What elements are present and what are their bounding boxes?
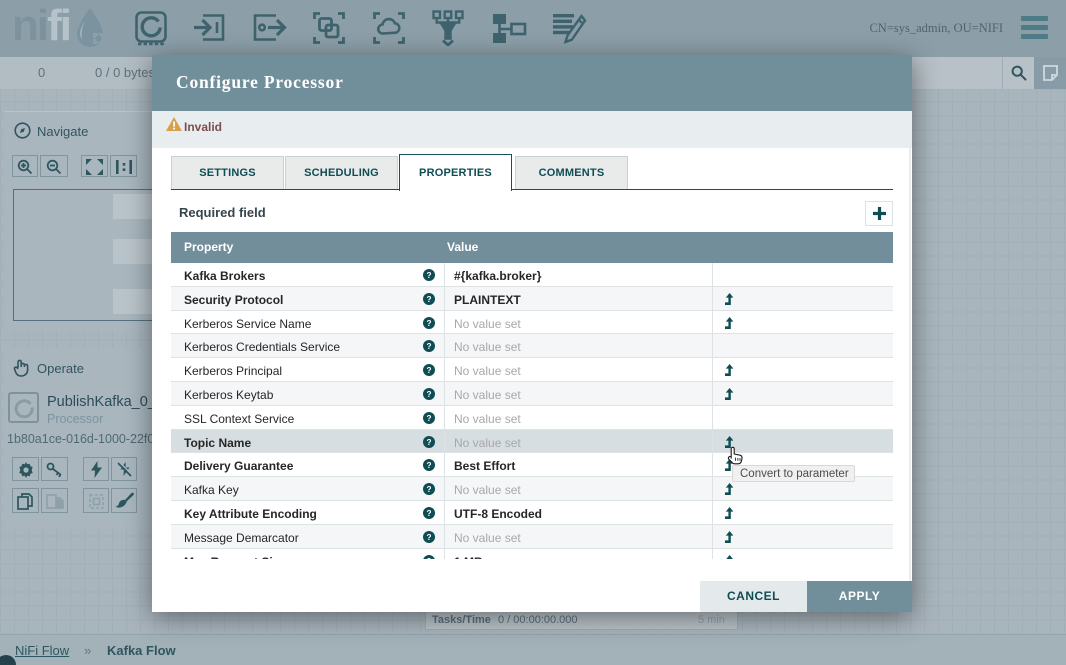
svg-text:?: ?	[426, 366, 431, 375]
svg-text:?: ?	[426, 319, 431, 328]
svg-text:?: ?	[426, 461, 431, 470]
svg-text:?: ?	[426, 509, 431, 518]
svg-text:?: ?	[426, 271, 431, 280]
svg-text:?: ?	[426, 533, 431, 542]
svg-text:?: ?	[426, 295, 431, 304]
svg-text:?: ?	[426, 557, 431, 559]
svg-text:?: ?	[426, 342, 431, 351]
svg-text:?: ?	[426, 485, 431, 494]
svg-text:?: ?	[426, 438, 431, 447]
svg-text:?: ?	[426, 390, 431, 399]
svg-text:?: ?	[426, 414, 431, 423]
